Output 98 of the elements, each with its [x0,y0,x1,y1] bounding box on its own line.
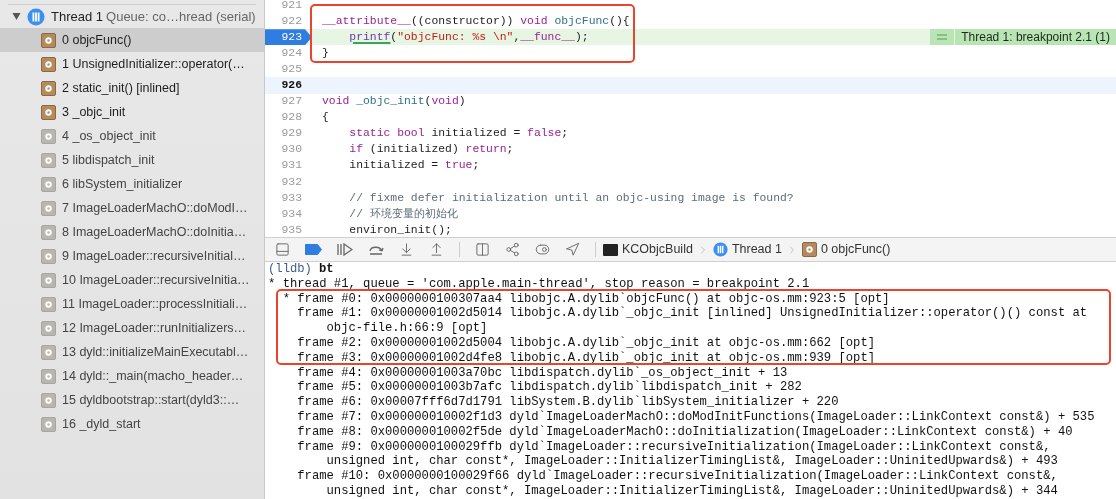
code-line: void _objc_init(void) [322,94,466,110]
thread-icon [712,242,728,257]
gear-icon [41,320,56,336]
console-line: frame #10: 0x0000000100029f66 dyld`ImageLoader::recursiveInitialization(ImageLoader::LinkContext const&, [296,469,1058,484]
console-line: * frame #0: 0x0000000100307aa4 libobjc.A.dylib`objcFunc() at objc-os.mm:923:5 [opt] [281,291,890,306]
gear-icon [41,80,56,96]
console-line: frame #9: 0x0000000100029ffb dyld`ImageLoader::recursiveInitialization(ImageLoader::LinkContext const&, [296,439,1051,455]
console-line: unsigned int, char const*, ImageLoader::InitializerTimingList&, ImageLoader::UninitedUpwards&) + 344 [325,483,1058,499]
line-number: 930 [280,142,303,158]
breakpoint-toggle-icon[interactable] [305,244,322,255]
thread-queue: Queue: co…hread (serial) [106,7,256,26]
code-line: __attribute__((constructor)) void objcFunc(){ [322,13,630,29]
line-number: 924 [280,45,303,61]
line-number: 925 [280,61,303,77]
line-number: 921 [280,0,303,13]
stack-frame-row[interactable]: 7 ImageLoaderMachO::doModI… [0,196,264,220]
code-line: static bool initialized = false; [348,126,569,142]
breakpoint-note: Thread 1: breakpoint 2.1 (1) [955,29,1116,46]
gear-icon [41,368,56,384]
line-number: 922 [280,13,303,29]
gear-icon [41,392,56,408]
code-line: { [322,110,329,126]
continue-icon[interactable] [337,243,353,256]
gear-icon [41,416,56,432]
stack-frame-row[interactable]: 8 ImageLoaderMachO::doInitia… [0,220,264,244]
stack-frame-row[interactable]: 6 libSystem_initializer [0,172,264,196]
panel-toggle-icon[interactable] [275,242,290,257]
code-line: // fixme defer initialization until an objc-using image is found? [348,190,794,206]
stack-frame-row[interactable]: 13 dyld::initializeMainExecutabl… [0,340,264,364]
gear-icon [41,272,56,288]
gear-icon [41,32,56,48]
stack-frame-row[interactable]: 14 dyld::_main(macho_header… [0,364,264,388]
terminal-icon [603,243,618,256]
code-line: } [322,45,329,61]
breadcrumb-item[interactable]: 0 objcFunc() [820,240,891,259]
stack-frame-row[interactable]: 16 _dyld_start [0,412,264,436]
line-number: 928 [280,110,303,126]
line-number: 929 [280,126,303,142]
gear-icon [41,200,56,216]
stack-frame-row[interactable]: 1 UnsignedInitializer::operator(… [0,52,264,76]
console-line: unsigned int, char const*, ImageLoader::InitializerTimingList&, ImageLoader::UninitedUpwards&) + 493 [325,454,1058,469]
gear-icon [801,242,817,257]
stack-frame-row[interactable]: 9 ImageLoader::recursiveInitial… [0,244,264,268]
console-line: frame #7: 0x000000010002f1d3 dyld`ImageLoaderMachO::doModInitFunctions(ImageLoader::LinkContext const&) + 535 [296,409,1095,425]
line-number: 931 [280,158,303,174]
equals-icon [930,29,955,46]
stack-frame-row[interactable]: 2 static_init() [inlined] [0,76,264,100]
gear-icon [41,56,56,72]
console-line: frame #4: 0x00000001003a70bc libdispatch.dylib`_os_object_init + 13 [296,365,788,380]
gear-icon [41,176,56,192]
console-line: * thread #1, queue = 'com.apple.main-thread', stop reason = breakpoint 2.1 [268,276,810,292]
gear-icon [41,128,56,144]
line-number: 932 [280,174,303,190]
console-line: frame #5: 0x00000001003b7afc libdispatch.dylib`libdispatch_init + 282 [296,380,802,395]
memory-graph-icon[interactable] [505,242,520,257]
stack-frame-row[interactable]: 5 libdispatch_init [0,148,264,172]
stack-frame-row[interactable]: 4 _os_object_init [0,124,264,148]
code-line: // 环境变量的初始化 [348,206,458,222]
gear-icon [41,104,56,120]
stack-frame-row[interactable]: 3 _objc_init [0,100,264,124]
step-out-icon[interactable] [429,242,444,257]
gear-icon [41,296,56,312]
step-into-icon[interactable] [399,242,414,257]
console-line: frame #1: 0x00000001002d5014 libobjc.A.dylib`_objc_init [inlined] UnsignedInitializer::operator()() const at [296,306,1088,322]
thread-name: Thread 1 [51,7,104,26]
gear-icon [41,224,56,240]
code-line: initialized = true; [348,158,480,174]
console-line: objc-file.h:66:9 [opt] [325,321,488,336]
code-line: if (initialized) return; [348,142,514,158]
gear-icon [41,248,56,264]
breadcrumb-item[interactable]: Thread 1 [731,240,782,259]
console-command: bt [318,262,334,277]
line-number: 933 [280,190,303,206]
console-line: frame #8: 0x000000010002f5de dyld`ImageLoaderMachO::doInitialization(ImageLoader::LinkContext const&) + 40 [296,424,1073,440]
console-line: frame #6: 0x00007fff6d7d1791 libSystem.B.dylib`libSystem_initializer + 220 [296,395,839,410]
breakpoint-marker[interactable]: 923 [265,29,312,46]
gear-icon [41,152,56,168]
stack-frame-row[interactable]: 11 ImageLoader::processInitiali… [0,292,264,316]
view-hierarchy-icon[interactable] [475,242,490,257]
disclosure-triangle-icon[interactable] [12,12,21,21]
stack-frame-row[interactable]: 12 ImageLoader::runInitializers… [0,316,264,340]
console-prompt: (lldb) [268,262,312,277]
code-line: printf("objcFunc: %s \n",__func__); [348,29,589,45]
stack-frame-row[interactable]: 15 dyldbootstrap::start(dyld3::… [0,388,264,412]
breadcrumb-item[interactable]: KCObjcBuild [622,240,693,259]
thread-icon [27,7,45,26]
line-number: 935 [280,222,303,237]
line-number: 927 [280,94,303,110]
stack-frame-row[interactable]: 10 ImageLoader::recursiveInitia… [0,268,264,292]
thread-row[interactable]: Thread 1 Queue: co…hread (serial) [0,5,264,28]
console-line: frame #2: 0x00000001002d5004 libobjc.A.dylib`_objc_init at objc-os.mm:662 [opt] [296,336,876,351]
line-number: 926 [280,77,303,93]
line-number: 934 [280,206,303,222]
gear-icon [41,344,56,360]
location-icon[interactable] [565,242,580,257]
environment-overrides-icon[interactable] [535,242,550,257]
code-line: environ_init(); [348,222,452,237]
stack-frame-row[interactable]: 0 objcFunc() [0,28,264,52]
